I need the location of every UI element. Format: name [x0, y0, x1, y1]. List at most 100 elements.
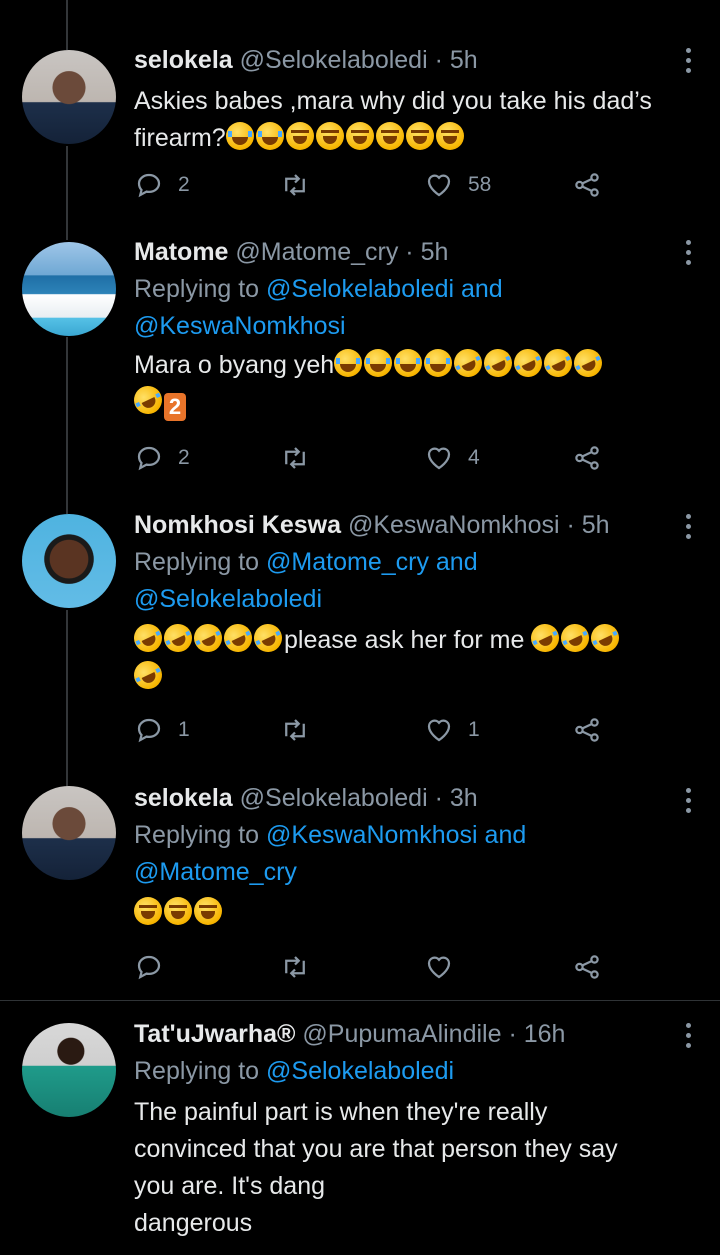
tweet-header: selokela @Selokelaboledi · 3h [134, 783, 690, 813]
username[interactable]: @KeswaNomkhosi [348, 511, 560, 539]
username[interactable]: @PupumaAlindile [302, 1020, 501, 1048]
heart-icon [427, 956, 451, 979]
crying-emoji-icon [394, 349, 423, 377]
display-name[interactable]: Tat'uJwarha® [134, 1020, 295, 1048]
retweet-button[interactable] [280, 715, 310, 745]
more-options-icon[interactable] [684, 48, 692, 73]
timestamp[interactable]: 5h [421, 238, 449, 266]
and-link[interactable]: and [485, 821, 527, 849]
laughing-emoji-icon [435, 122, 464, 150]
share-icon [575, 955, 599, 979]
reply-button[interactable]: 2 [134, 170, 190, 200]
reply-count: 1 [178, 718, 190, 741]
username[interactable]: @Selokelaboledi [240, 46, 428, 74]
tweet[interactable]: selokela @Selokelaboledi · 3h Replying t… [0, 770, 720, 1000]
avatar[interactable] [22, 514, 116, 608]
reply-count: 2 [178, 173, 190, 196]
like-button[interactable] [424, 952, 454, 982]
and-link[interactable]: and [461, 275, 503, 303]
laughing-emoji-icon [405, 122, 434, 150]
replying-label: Replying to [134, 548, 260, 576]
like-button[interactable]: 4 [424, 443, 480, 473]
reply-icon [137, 173, 161, 198]
username[interactable]: @Matome_cry [235, 238, 398, 266]
separator: · [434, 46, 443, 74]
crying-emoji-icon [225, 122, 254, 150]
laughing-emoji-icon [315, 122, 344, 150]
mention-link[interactable]: @Matome_cry [134, 858, 297, 886]
avatar[interactable] [22, 50, 116, 144]
display-name[interactable]: Matome [134, 238, 228, 266]
retweet-button[interactable] [280, 443, 310, 473]
retweet-button[interactable] [280, 952, 310, 982]
laughing-emoji-icon [134, 897, 162, 925]
retweet-icon [285, 174, 305, 196]
share-button[interactable] [572, 443, 602, 473]
replying-to: Replying to @Selokelaboledi [134, 1053, 690, 1090]
retweet-button[interactable] [280, 170, 310, 200]
display-name[interactable]: selokela [134, 784, 233, 812]
rofl-emoji-icon [129, 656, 167, 694]
retweet-icon [285, 956, 305, 978]
more-options-icon[interactable] [684, 514, 692, 539]
reply-icon [137, 446, 161, 471]
share-button[interactable] [572, 170, 602, 200]
reply-button[interactable] [134, 952, 164, 982]
rofl-emoji-icon [219, 619, 257, 657]
crying-emoji-icon [364, 349, 393, 377]
like-button[interactable]: 1 [424, 715, 480, 745]
mention-link[interactable]: @Selokelaboledi [134, 585, 322, 613]
tweet-text-line: The painful part is when they're really [134, 1098, 548, 1126]
mention-link[interactable]: @Matome_cry [266, 548, 429, 576]
rofl-emoji-icon [586, 619, 624, 657]
more-options-icon[interactable] [684, 788, 692, 813]
replying-to: Replying to @KeswaNomkhosi and @Matome_c… [134, 817, 690, 891]
more-options-icon[interactable] [684, 1023, 692, 1048]
rofl-emoji-icon [556, 619, 594, 657]
share-button[interactable] [572, 715, 602, 745]
display-name[interactable]: Nomkhosi Keswa [134, 511, 341, 539]
tweet-text-line: you are. It's dang [134, 1172, 326, 1200]
and-link[interactable]: and [436, 548, 478, 576]
mention-link[interactable]: @KeswaNomkhosi [266, 821, 478, 849]
tweet[interactable]: selokela @Selokelaboledi · 5h Askies bab… [0, 0, 720, 230]
reply-button[interactable]: 1 [134, 715, 190, 745]
reply-count: 2 [178, 446, 190, 469]
avatar[interactable] [22, 1023, 116, 1117]
timestamp[interactable]: 5h [450, 46, 478, 74]
display-name[interactable]: selokela [134, 46, 233, 74]
mention-link[interactable]: @KeswaNomkhosi [134, 312, 346, 340]
avatar[interactable] [22, 786, 116, 880]
tweet-header: selokela @Selokelaboledi · 5h [134, 45, 690, 75]
replying-to: Replying to @Selokelaboledi and @KeswaNo… [134, 271, 690, 345]
more-options-icon[interactable] [684, 240, 692, 265]
crying-emoji-icon [255, 122, 284, 150]
timestamp[interactable]: 16h [524, 1020, 566, 1048]
like-button[interactable]: 58 [424, 170, 491, 200]
tweet[interactable]: Matome @Matome_cry · 5h Replying to @Sel… [0, 230, 720, 500]
tweet[interactable]: Nomkhosi Keswa @KeswaNomkhosi · 5h Reply… [0, 500, 720, 770]
share-button[interactable] [572, 952, 602, 982]
crying-emoji-icon [334, 349, 363, 377]
rofl-emoji-icon [189, 619, 227, 657]
tweet[interactable]: Tat'uJwarha® @PupumaAlindile · 16h Reply… [0, 1001, 720, 1255]
tweet-text [134, 895, 690, 932]
rofl-emoji-icon [249, 619, 287, 657]
timestamp[interactable]: 3h [450, 784, 478, 812]
timestamp[interactable]: 5h [582, 511, 610, 539]
rofl-emoji-icon [129, 619, 167, 657]
mention-link[interactable]: @Selokelaboledi [266, 275, 454, 303]
replying-label: Replying to [134, 821, 260, 849]
rofl-emoji-icon [539, 344, 577, 382]
replying-to: Replying to @Matome_cry and @Selokelabol… [134, 544, 690, 618]
avatar[interactable] [22, 242, 116, 336]
laughing-emoji-icon [164, 897, 192, 925]
tweet-text-line: convinced that you are that person they … [134, 1135, 618, 1163]
share-icon [575, 173, 599, 197]
rofl-emoji-icon [479, 344, 517, 382]
reply-button[interactable]: 2 [134, 443, 190, 473]
username[interactable]: @Selokelaboledi [240, 784, 428, 812]
mention-link[interactable]: @Selokelaboledi [266, 1057, 454, 1085]
retweet-icon [285, 447, 305, 469]
crying-emoji-icon [424, 349, 453, 377]
